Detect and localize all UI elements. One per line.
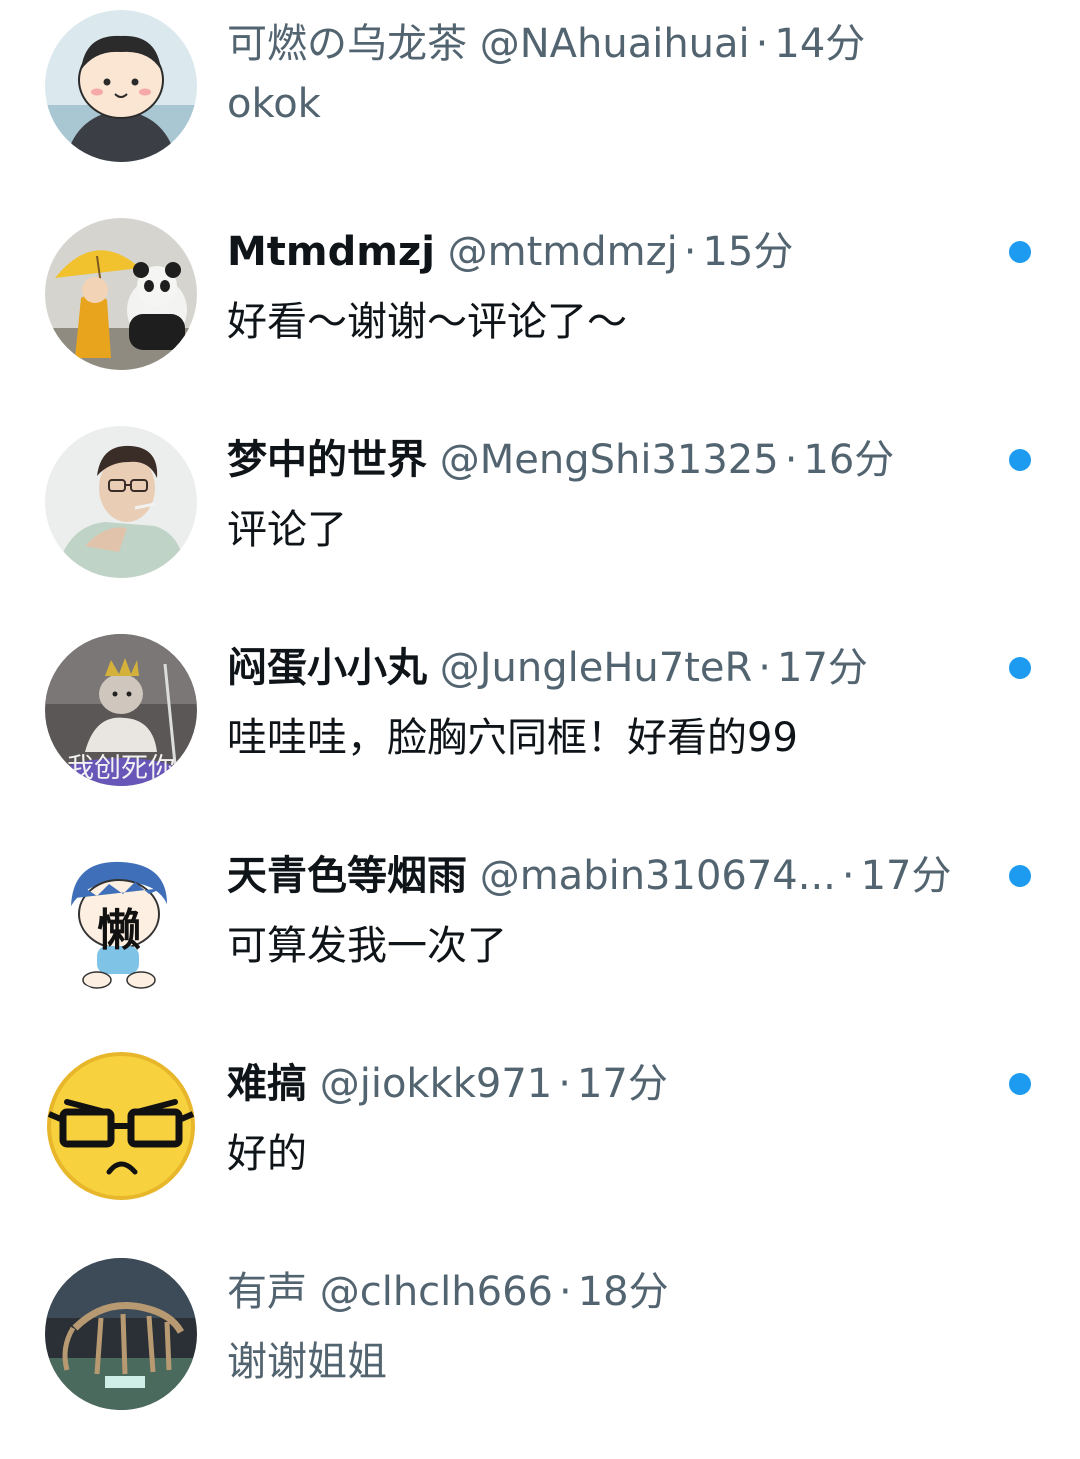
user-handle[interactable]: @MengShi31325 (440, 437, 779, 483)
user-handle[interactable]: @clhclh666 (320, 1269, 553, 1315)
emoji-face-with-glasses-avatar-icon[interactable] (45, 1050, 197, 1202)
comment-text: 评论了 (227, 507, 347, 553)
user-display-name[interactable]: Mtmdmzj (227, 229, 435, 275)
separator-dot: · (758, 645, 772, 691)
comment-text: 好的 (227, 1131, 307, 1177)
comment-item[interactable]: 有声 @clhclh666 · 18分 谢谢姐姐 (0, 1248, 1080, 1448)
user-handle[interactable]: @mabin310674... (480, 853, 836, 899)
unread-indicator-dot (1009, 1073, 1031, 1095)
user-handle[interactable]: @mtmdmzj (448, 229, 678, 275)
dinosaur-skeleton-museum-avatar-icon[interactable] (45, 1258, 197, 1410)
girl-with-umbrella-and-panda-avatar-icon[interactable] (45, 218, 197, 370)
avatar-caption: 懒 (97, 905, 141, 956)
separator-dot: · (683, 229, 697, 275)
comment-time: 17分 (860, 853, 952, 899)
comment-header: Mtmdmzj @mtmdmzj · 15分 (227, 222, 960, 282)
comment-text: 好看～谢谢～评论了～ (227, 299, 627, 345)
comment-list: 可燃の乌龙茶 @NAhuaihuai · 14分 okok Mtmdmzj @m… (0, 0, 1080, 1459)
user-handle[interactable]: @jiokkk971 (320, 1061, 553, 1107)
comment-item[interactable]: 可燃の乌龙茶 @NAhuaihuai · 14分 okok (0, 0, 1080, 200)
comment-item[interactable]: Mtmdmzj @mtmdmzj · 15分 好看～谢谢～评论了～ (0, 208, 1080, 408)
comment-header: 有声 @clhclh666 · 18分 (227, 1262, 960, 1322)
man-with-glasses-sketch-avatar-icon[interactable] (45, 426, 197, 578)
comment-text: 可算发我一次了 (227, 923, 507, 969)
separator-dot: · (558, 1061, 571, 1107)
user-display-name[interactable]: 难搞 (227, 1061, 307, 1107)
comment-text: okok (227, 81, 321, 127)
comment-time: 17分 (777, 645, 868, 691)
comment-item[interactable]: 难搞 @jiokkk971 · 17分 好的 (0, 1040, 1080, 1240)
comment-header: 梦中的世界 @MengShi31325 · 16分 (227, 430, 960, 490)
unread-indicator-dot (1009, 241, 1031, 263)
comment-time: 17分 (576, 1061, 668, 1107)
comment-header: 闷蛋小小丸 @JungleHu7teR · 17分 (227, 638, 960, 698)
cat-on-toy-scooter-avatar-icon[interactable]: 我创死你 (45, 634, 197, 786)
user-display-name[interactable]: 有声 (227, 1269, 307, 1315)
user-display-name[interactable]: 可燃の乌龙茶 (227, 21, 467, 67)
separator-dot: · (755, 21, 769, 67)
unread-indicator-dot (1009, 657, 1031, 679)
comment-item[interactable]: 懒 天青色等烟雨 @mabin310674... · 17分 可算发我一次了 (0, 832, 1080, 1032)
user-display-name[interactable]: 天青色等烟雨 (227, 853, 467, 899)
lazy-cartoon-boy-avatar-icon[interactable]: 懒 (45, 842, 197, 994)
comment-header: 天青色等烟雨 @mabin310674... · 17分 (227, 846, 960, 906)
user-display-name[interactable]: 梦中的世界 (227, 437, 427, 483)
user-handle[interactable]: @JungleHu7teR (440, 645, 753, 691)
separator-dot: · (784, 437, 798, 483)
comment-time: 18分 (577, 1269, 669, 1315)
comment-text: 哇哇哇，脸胸穴同框！好看的99 (227, 715, 798, 761)
user-display-name[interactable]: 闷蛋小小丸 (227, 645, 427, 691)
user-handle[interactable]: @NAhuaihuai (480, 21, 750, 67)
avatar-caption: 我创死你 (67, 753, 175, 784)
comment-header: 难搞 @jiokkk971 · 17分 (227, 1054, 960, 1114)
comment-item[interactable]: 梦中的世界 @MengShi31325 · 16分 评论了 (0, 416, 1080, 616)
separator-dot: · (558, 1269, 572, 1315)
cartoon-man-avatar-icon[interactable] (45, 10, 197, 162)
comment-time: 14分 (774, 21, 866, 67)
comment-header: 可燃の乌龙茶 @NAhuaihuai · 14分 (227, 14, 960, 74)
comment-item[interactable]: 我创死你 闷蛋小小丸 @JungleHu7teR · 17分 哇哇哇，脸胸穴同框！好… (0, 624, 1080, 824)
comment-text: 谢谢姐姐 (227, 1339, 387, 1385)
comment-time: 15分 (702, 229, 794, 275)
comment-time: 16分 (803, 437, 895, 483)
unread-indicator-dot (1009, 865, 1031, 887)
separator-dot: · (841, 853, 855, 899)
unread-indicator-dot (1009, 449, 1031, 471)
